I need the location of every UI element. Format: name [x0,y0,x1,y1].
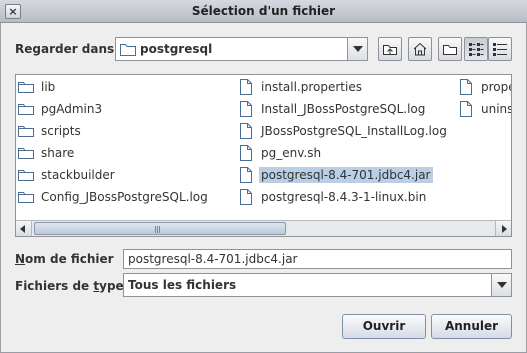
file-list[interactable]: uninst prope postgresql-8.4.3-1-linux.bin p… [15,74,512,237]
item-label: uninst [481,102,511,116]
chevron-down-icon[interactable] [491,274,511,296]
folder-list-item[interactable]: Config_JBossPostgreSQL.log [18,187,210,207]
horizontal-scrollbar[interactable] [16,220,511,236]
file-list-item[interactable]: postgresql-8.4.3-1-linux.bin [238,187,428,207]
folder-icon [120,43,136,59]
item-label: postgresql-8.4-701.jdbc4.jar [259,167,433,183]
home-icon [413,42,427,56]
folder-list-item[interactable]: lib [18,77,57,97]
item-label: share [41,146,75,160]
up-folder-icon [383,45,397,55]
file-icon [460,101,472,117]
cancel-button[interactable]: Annuler [431,314,512,339]
folder-list-item[interactable]: share [18,143,76,163]
item-label: pg_env.sh [261,146,322,160]
folder-icon [18,192,34,203]
filename-label: Nom de fichier [15,252,114,266]
item-label: JBossPostgreSQL_InstallLog.log [261,124,447,138]
file-icon [240,101,252,117]
item-label: postgresql-8.4.3-1-linux.bin [261,190,427,204]
folder-icon [18,170,34,181]
folder-list-item[interactable]: stackbuilder [18,165,117,185]
scroll-right-button[interactable] [495,221,511,236]
folder-icon [18,82,34,93]
file-icon [460,79,472,95]
scroll-thumb[interactable] [34,222,286,235]
item-label: install.properties [261,80,362,94]
filetype-value: Tous les fichiers [128,278,237,292]
file-list-item[interactable]: postgresql-8.4-701.jdbc4.jar [238,165,433,185]
file-icon [240,145,252,161]
lookin-value: postgresql [140,42,213,56]
filename-input[interactable] [123,249,512,269]
window-title: Sélection d'un fichier [191,4,336,18]
file-icon [240,79,252,95]
item-label: scripts [41,124,81,138]
folder-icon [18,104,34,115]
filetype-combo[interactable]: Tous les fichiers [123,273,512,297]
folder-icon [18,126,34,137]
open-button[interactable]: Ouvrir [342,314,426,339]
file-icon [240,167,252,183]
folder-icon [18,148,34,159]
item-label: pgAdmin3 [41,102,103,116]
new-folder-icon [443,45,457,55]
list-view-icon [469,43,484,56]
lookin-combo[interactable]: postgresql [115,37,368,61]
folder-list-item[interactable]: pgAdmin3 [18,99,104,119]
item-label: prope [481,80,511,94]
file-list-item[interactable]: pg_env.sh [238,143,323,163]
new-folder-button[interactable] [438,37,462,61]
scroll-left-button[interactable] [16,221,32,236]
file-list-item[interactable]: Install_JBossPostgreSQL.log [238,99,427,119]
home-button[interactable] [408,37,432,61]
filetype-label: Fichiers de type [15,279,124,293]
details-view-icon [493,43,507,56]
title-bar: × Sélection d'un fichier [0,0,527,23]
item-label: stackbuilder [41,168,115,182]
folder-list-item[interactable]: scripts [18,121,83,141]
lookin-label: Regarder dans [15,42,115,56]
details-view-button[interactable] [488,37,512,61]
chevron-down-icon[interactable] [347,38,367,60]
file-icon [240,189,252,205]
item-label: Install_JBossPostgreSQL.log [261,102,426,116]
file-list-item[interactable]: install.properties [238,77,364,97]
file-icon [240,123,252,139]
item-label: Config_JBossPostgreSQL.log [41,190,208,204]
file-list-item[interactable]: prope [458,77,511,97]
list-view-button[interactable] [464,37,488,61]
file-list-item[interactable]: JBossPostgreSQL_InstallLog.log [238,121,449,141]
file-list-item[interactable]: uninst [458,99,511,119]
item-label: lib [41,80,56,94]
up-folder-button[interactable] [378,37,402,61]
